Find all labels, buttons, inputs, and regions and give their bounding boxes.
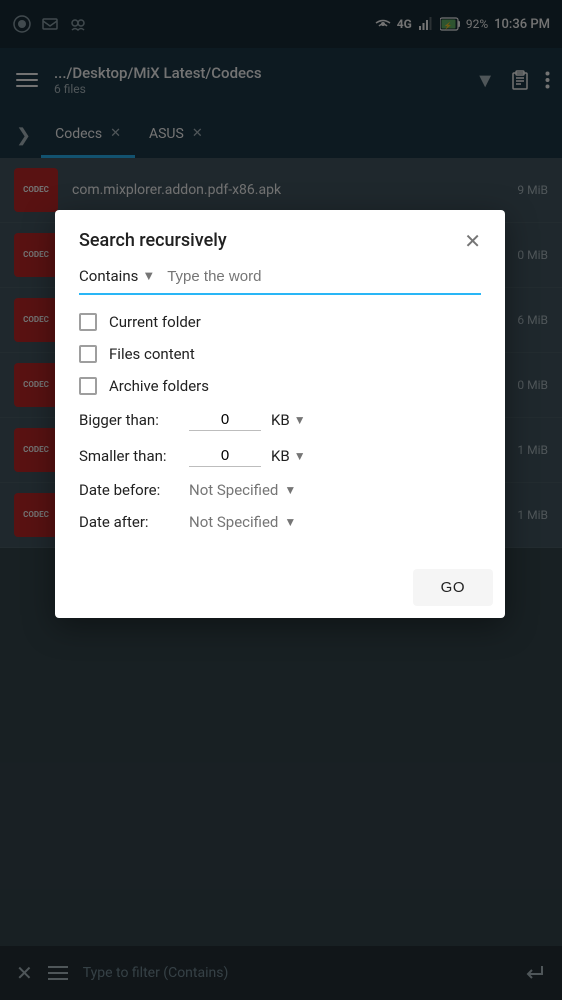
date-before-label: Date before: [79, 481, 179, 499]
dialog-close-button[interactable]: ✕ [464, 231, 481, 251]
go-button[interactable]: GO [413, 569, 493, 606]
date-before-row: Date before: Not Specified ▼ [79, 481, 481, 499]
smaller-than-input[interactable] [189, 445, 261, 467]
filter-type-label: Contains [79, 267, 138, 285]
files-content-label: Files content [109, 345, 195, 363]
archive-folders-checkbox[interactable] [79, 377, 97, 395]
filter-type-arrow: ▼ [142, 268, 155, 284]
checkbox-files-content: Files content [79, 345, 481, 363]
date-after-row: Date after: Not Specified ▼ [79, 513, 481, 531]
dialog-title: Search recursively [79, 230, 227, 251]
bigger-than-unit-arrow: ▼ [294, 413, 306, 427]
smaller-than-unit-label: KB [271, 447, 290, 465]
bigger-than-input[interactable] [189, 409, 261, 431]
smaller-than-unit-dropdown[interactable]: KB ▼ [271, 447, 306, 465]
date-after-dropdown[interactable]: Not Specified ▼ [189, 513, 296, 531]
search-input[interactable] [167, 268, 481, 289]
files-content-checkbox[interactable] [79, 345, 97, 363]
search-filter-row: Contains ▼ [79, 267, 481, 295]
current-folder-label: Current folder [109, 313, 201, 331]
archive-folders-label: Archive folders [109, 377, 209, 395]
dialog-header: Search recursively ✕ [55, 210, 505, 263]
smaller-than-label: Smaller than: [79, 447, 179, 465]
checkbox-archive-folders: Archive folders [79, 377, 481, 395]
date-before-value: Not Specified [189, 481, 278, 499]
date-before-dropdown[interactable]: Not Specified ▼ [189, 481, 296, 499]
search-dialog: Search recursively ✕ Contains ▼ Current … [55, 210, 505, 618]
dialog-footer: GO [55, 565, 505, 618]
date-after-value: Not Specified [189, 513, 278, 531]
dialog-body: Contains ▼ Current folder Files content … [55, 263, 505, 565]
smaller-than-unit-arrow: ▼ [294, 449, 306, 463]
date-after-arrow: ▼ [284, 515, 296, 529]
bigger-than-unit-label: KB [271, 411, 290, 429]
current-folder-checkbox[interactable] [79, 313, 97, 331]
date-after-label: Date after: [79, 513, 179, 531]
bigger-than-unit-dropdown[interactable]: KB ▼ [271, 411, 306, 429]
date-before-arrow: ▼ [284, 483, 296, 497]
checkbox-current-folder: Current folder [79, 313, 481, 331]
filter-type-dropdown[interactable]: Contains ▼ [79, 267, 155, 289]
bigger-than-row: Bigger than: KB ▼ [79, 409, 481, 431]
smaller-than-row: Smaller than: KB ▼ [79, 445, 481, 467]
bigger-than-label: Bigger than: [79, 411, 179, 429]
